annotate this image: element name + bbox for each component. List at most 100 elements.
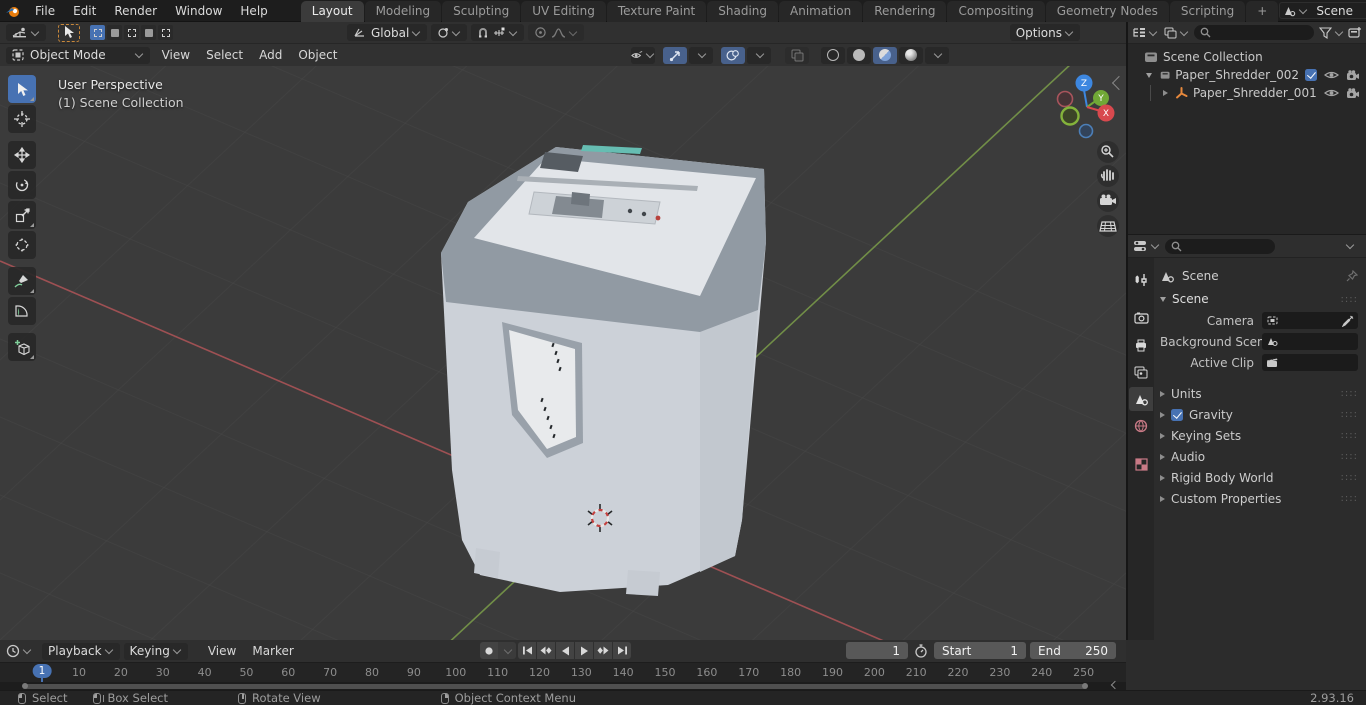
panel-drag-dots[interactable]: :::: [1341, 451, 1358, 462]
transform-orientation-dropdown[interactable]: Global [347, 24, 428, 41]
xray-toggle[interactable] [785, 46, 810, 64]
workspace-tab[interactable]: Animation [779, 0, 863, 22]
gizmo-neg-x-axis[interactable] [1056, 90, 1074, 108]
gizmo-neg-z-axis[interactable] [1078, 123, 1094, 139]
shading-material-button[interactable] [873, 46, 898, 64]
disable-render-camera-icon[interactable] [1346, 87, 1360, 99]
scrollbar-handle[interactable] [24, 683, 1086, 689]
start-frame-field[interactable]: Start 1 [934, 642, 1026, 659]
viewport-menu-item[interactable]: View [154, 46, 198, 64]
collection-name[interactable]: Scene Collection [1163, 50, 1360, 64]
panel-drag-dots[interactable]: :::: [1341, 388, 1358, 399]
blender-logo-icon[interactable] [0, 4, 26, 18]
play-button[interactable] [575, 642, 593, 659]
current-frame-field[interactable]: 1 [846, 642, 908, 659]
shading-solid-button[interactable] [847, 46, 872, 64]
eyedropper-icon[interactable] [1342, 315, 1354, 327]
outliner-filter-button[interactable] [1319, 26, 1344, 39]
select-mode-subtract[interactable] [124, 25, 139, 40]
object-visibility-dropdown[interactable] [631, 46, 656, 64]
snap-target-button[interactable] [431, 24, 468, 41]
tool-rotate[interactable] [8, 171, 36, 199]
workspace-tab[interactable]: Texture Paint [606, 0, 707, 22]
camera-view-button[interactable] [1097, 190, 1119, 212]
expand-triangle[interactable] [1146, 72, 1152, 78]
snap-toggle-button[interactable] [471, 24, 525, 41]
shading-rendered-button[interactable] [899, 46, 924, 64]
outliner-row-scene-collection[interactable]: Scene Collection [1128, 48, 1366, 66]
workspace-tab[interactable]: Geometry Nodes [1045, 0, 1169, 22]
tool-annotate[interactable] [8, 267, 36, 295]
active-clip-field[interactable] [1262, 354, 1358, 371]
active-tool-select-box[interactable] [58, 23, 80, 42]
panel-header[interactable]: Units :::: [1160, 383, 1358, 404]
show-gizmo-toggle[interactable] [663, 46, 688, 64]
select-mode-set[interactable] [90, 25, 105, 40]
properties-search-input[interactable] [1165, 238, 1275, 254]
workspace-tab[interactable]: UV Editing [521, 0, 606, 22]
tab-world[interactable] [1129, 414, 1153, 438]
zoom-button[interactable] [1097, 141, 1119, 163]
hide-eye-icon[interactable] [1324, 70, 1339, 80]
mode-dropdown[interactable]: Object Mode [6, 46, 150, 64]
current-frame-indicator[interactable]: 1 [32, 664, 52, 678]
gizmo-neg-y-axis[interactable] [1060, 106, 1080, 126]
editor-type-button[interactable] [6, 24, 46, 41]
tab-scene[interactable] [1129, 387, 1153, 411]
menu-item[interactable]: Window [166, 1, 231, 21]
properties-editor-type-button[interactable] [1133, 240, 1160, 253]
scene-selector[interactable]: Scene [1279, 2, 1366, 19]
next-keyframe-button[interactable] [594, 642, 612, 659]
menu-item[interactable]: Edit [64, 1, 105, 21]
scrollbar-left-handle[interactable] [22, 683, 28, 689]
outliner-row-collection[interactable]: Paper_Shredder_002 [1128, 66, 1366, 84]
scene-name[interactable]: Scene [1308, 4, 1366, 18]
outliner-editor-type-button[interactable] [1132, 27, 1158, 39]
outliner-row-object[interactable]: Paper_Shredder_001 [1128, 84, 1366, 102]
timeline-view-menu[interactable]: View [200, 642, 244, 660]
disable-render-camera-icon[interactable] [1346, 69, 1360, 81]
select-mode-intersect[interactable] [158, 25, 173, 40]
tool-select-box[interactable] [8, 75, 36, 103]
panel-header[interactable]: Gravity :::: [1160, 404, 1358, 425]
select-mode-invert[interactable] [141, 25, 156, 40]
tab-tool[interactable] [1129, 268, 1153, 292]
panel-header[interactable]: Rigid Body World :::: [1160, 467, 1358, 488]
viewport-3d[interactable]: Z Y X User Perspective (1) Scene Collect… [0, 66, 1126, 640]
workspace-tab[interactable]: Compositing [947, 0, 1045, 22]
panel-header[interactable]: Audio :::: [1160, 446, 1358, 467]
timeline-ruler[interactable]: 1 10 20 30 40 50 60 70 80 90 100 110 120 130 140 150 16… [0, 662, 1126, 682]
scrollbar-right-handle[interactable] [1082, 683, 1088, 689]
playback-menu[interactable]: Playback [42, 642, 120, 660]
show-overlays-toggle[interactable] [721, 46, 746, 64]
tab-render[interactable] [1129, 306, 1153, 330]
outliner-display-mode-button[interactable] [1164, 27, 1189, 39]
tool-scale[interactable] [8, 201, 36, 229]
workspace-tab[interactable]: Shading [707, 0, 778, 22]
workspace-tab[interactable]: Layout [300, 0, 364, 22]
tool-measure[interactable] [8, 297, 36, 325]
object-name[interactable]: Paper_Shredder_001 [1193, 86, 1324, 100]
proportional-editing-button[interactable] [528, 24, 585, 41]
shading-wireframe-button[interactable] [821, 46, 846, 64]
select-mode-extend[interactable] [107, 25, 122, 40]
tab-view-layer[interactable] [1129, 360, 1153, 384]
gizmo-dropdown[interactable] [689, 46, 714, 64]
timeline-editor-type-button[interactable] [6, 644, 32, 658]
tool-move[interactable] [8, 141, 36, 169]
gravity-checkbox[interactable] [1171, 408, 1183, 421]
breadcrumb-label[interactable]: Scene [1182, 269, 1219, 283]
viewport-menu-item[interactable]: Add [251, 46, 290, 64]
jump-to-end-button[interactable] [613, 642, 631, 659]
panel-drag-dots[interactable]: :::: [1341, 430, 1358, 441]
hide-eye-icon[interactable] [1324, 88, 1339, 98]
perspective-toggle-button[interactable] [1097, 215, 1119, 237]
timeline-scrollbar[interactable] [0, 680, 1126, 690]
paper-shredder-model[interactable] [441, 145, 766, 596]
keying-menu[interactable]: Keying [123, 642, 188, 660]
timeline-marker-menu[interactable]: Marker [244, 642, 301, 660]
scene-panel-header[interactable]: Scene :::: [1160, 288, 1358, 310]
play-reverse-button[interactable] [556, 642, 574, 659]
viewport-menu-item[interactable]: Select [198, 46, 251, 64]
workspace-tab[interactable]: Scripting [1169, 0, 1246, 22]
